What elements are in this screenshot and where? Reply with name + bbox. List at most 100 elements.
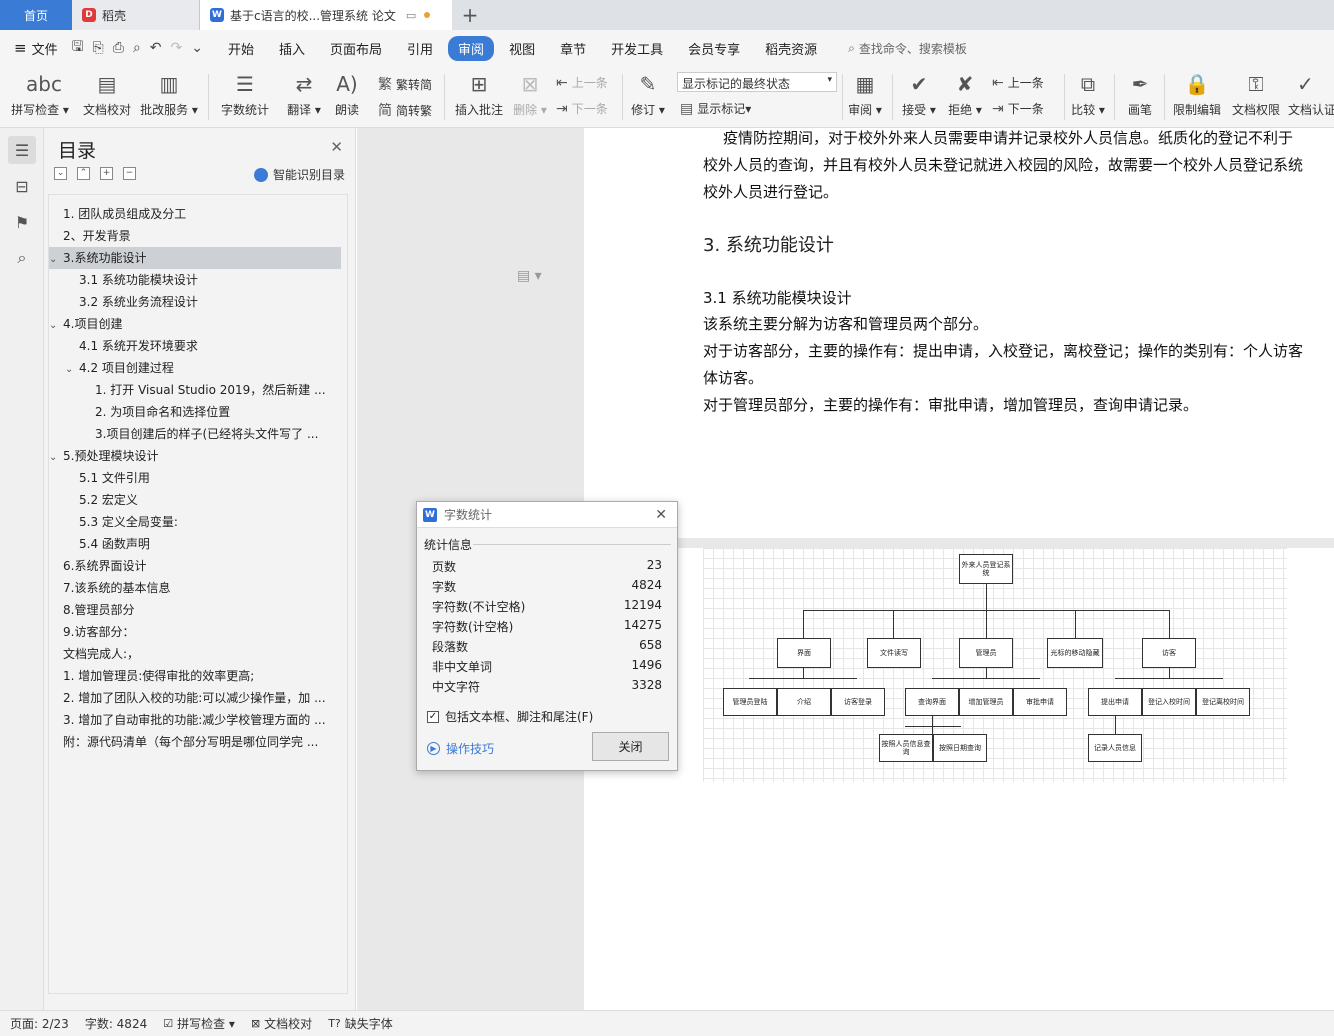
read-aloud-button[interactable]: A) 朗读 (330, 70, 364, 118)
toc-item[interactable]: 4.1 系统开发环境要求 (49, 335, 341, 357)
word-count-indicator[interactable]: 字数: 4824 (85, 1015, 147, 1032)
simp-to-trad-button[interactable]: 简简转繁 (378, 100, 432, 120)
restrict-editing-button[interactable]: 🔒 限制编辑 (1170, 70, 1224, 118)
menu-section[interactable]: 章节 (550, 36, 596, 61)
document-auth-button[interactable]: ✓ 文档认证 (1288, 70, 1334, 118)
menu-reference[interactable]: 引用 (397, 36, 443, 61)
insert-comment-button[interactable]: ⊞ 插入批注 (452, 70, 506, 118)
chevron-down-icon[interactable]: ⌄ (65, 359, 79, 379)
toc-item[interactable]: 6.系统界面设计 (49, 555, 341, 577)
show-markup-button[interactable]: ▤ 显示标记 ▾ (680, 100, 751, 117)
chevron-down-icon[interactable]: ⌄ (49, 249, 63, 269)
toc-item[interactable]: ⌄ 4.项目创建 (49, 313, 341, 335)
new-tab-button[interactable]: + (452, 0, 488, 30)
word-count-button[interactable]: ☰ 字数统计 (216, 70, 274, 118)
translate-button[interactable]: ⇄ 翻译 ▾ (284, 70, 324, 118)
menu-layout[interactable]: 页面布局 (320, 36, 392, 61)
file-menu[interactable]: ≡ 文件 (14, 39, 58, 58)
toc-item[interactable]: 附：源代码清单（每个部分写明是哪位同学完 ... (49, 731, 341, 753)
expand-up-icon[interactable]: ⌃ (77, 167, 90, 180)
remove-heading-icon[interactable]: − (123, 167, 136, 180)
toc-item[interactable]: 5.1 文件引用 (49, 467, 341, 489)
toc-item[interactable]: 3.1 系统功能模块设计 (49, 269, 341, 291)
toc-item[interactable]: 9.访客部分： (49, 621, 341, 643)
next-revision-button[interactable]: ⇥ 下一条 (992, 100, 1044, 117)
delete-comment-button[interactable]: ⊠ 删除 ▾ (510, 70, 550, 118)
toc-item[interactable]: 3.2 系统业务流程设计 (49, 291, 341, 313)
review-pane-button[interactable]: ▦ 审阅 ▾ (846, 70, 884, 118)
doc-float-icon[interactable]: ▤ ▾ (517, 268, 542, 284)
proofread-button[interactable]: ▤ 文档校对 (78, 70, 136, 118)
next-comment-button[interactable]: ⇥ 下一条 (556, 100, 608, 117)
chevron-down-icon[interactable]: ⌄ (49, 447, 63, 467)
tab-document[interactable]: W 基于c语言的校...管理系统 论文 ▭ (200, 0, 452, 30)
toc-item[interactable]: 5.2 宏定义 (49, 489, 341, 511)
menu-review[interactable]: 审阅 (448, 35, 495, 61)
tips-link[interactable]: ▶ 操作技巧 (427, 740, 494, 757)
print-icon[interactable]: ⎙ (113, 40, 124, 56)
toc-item[interactable]: 8.管理员部分 (49, 599, 341, 621)
toc-item[interactable]: 文档完成人:， (49, 643, 341, 665)
proofread-status[interactable]: ⊠ 文档校对 (251, 1015, 312, 1032)
toc-item[interactable]: 7.该系统的基本信息 (49, 577, 341, 599)
redo-icon[interactable]: ↷ (171, 40, 183, 56)
preview-icon[interactable]: ⌕ (133, 40, 141, 56)
chevron-down-icon[interactable]: ⌄ (49, 315, 63, 335)
toc-item[interactable]: ⌄ 4.2 项目创建过程 (49, 357, 341, 379)
menu-view[interactable]: 视图 (499, 36, 545, 61)
missing-font-status[interactable]: T? 缺失字体 (328, 1015, 393, 1032)
toc-item[interactable]: 2、开发背景 (49, 225, 341, 247)
collapse-all-icon[interactable]: ⌄ (54, 167, 67, 180)
toc-item[interactable]: 1. 增加管理员:使得审批的效率更高; (49, 665, 341, 687)
trad-to-simp-button[interactable]: 繁繁转简 (378, 74, 432, 94)
page-indicator[interactable]: 页面: 2/23 (10, 1015, 69, 1032)
toc-item[interactable]: ⌄ 5.预处理模块设计 (49, 445, 341, 467)
spell-check-button[interactable]: abc 拼写检查 ▾ (10, 70, 70, 118)
toc-item[interactable]: 3. 增加了自动审批的功能:减少学校管理方面的 ... (49, 709, 341, 731)
menu-daoke-resources[interactable]: 稻壳资源 (755, 36, 827, 61)
toc-item[interactable]: 2. 增加了团队入校的功能:可以减少操作量，加 ... (49, 687, 341, 709)
prev-revision-button[interactable]: ⇤ 上一条 (992, 74, 1044, 91)
pen-icon: ✒ (1131, 72, 1149, 96)
markup-state-select[interactable]: 显示标记的最终状态 ▾ (677, 72, 837, 92)
revise-button[interactable]: ✎ 修订 ▾ (628, 70, 668, 118)
close-icon[interactable]: ✕ (330, 138, 343, 156)
save-icon[interactable]: 🖫 (72, 36, 84, 60)
accept-button[interactable]: ✔ 接受 ▾ (900, 70, 938, 118)
spell-check-status[interactable]: ☑ 拼写检查 ▾ (163, 1015, 235, 1032)
chapter-icon[interactable]: ⊟ (8, 172, 36, 200)
pen-button[interactable]: ✒ 画笔 (1122, 70, 1158, 118)
include-textbox-checkbox[interactable]: ✓ 包括文本框、脚注和尾注(F) (427, 708, 593, 725)
screen-icon[interactable]: ▭ (406, 9, 416, 22)
prev-comment-button[interactable]: ⇤ 上一条 (556, 74, 608, 91)
dialog-titlebar[interactable]: W 字数统计 (417, 502, 677, 528)
close-button[interactable]: 关闭 (592, 732, 669, 761)
smart-toc-button[interactable]: 智能识别目录 (253, 166, 345, 183)
add-heading-icon[interactable]: + (100, 167, 113, 180)
command-search[interactable]: ⌕ 查找命令、搜索模板 (848, 40, 967, 57)
annotation-service-button[interactable]: ▥ 批改服务 ▾ (138, 70, 200, 118)
close-icon[interactable]: ✕ (655, 507, 667, 523)
undo-icon[interactable]: ↶ (150, 40, 162, 56)
export-icon[interactable]: ⎘ (93, 40, 104, 56)
toc-item[interactable]: 5.4 函数声明 (49, 533, 341, 555)
menu-devtools[interactable]: 开发工具 (601, 36, 673, 61)
compare-button[interactable]: ⧉ 比较 ▾ (1068, 70, 1108, 118)
toc-item[interactable]: 1. 团队成员组成及分工 (49, 203, 341, 225)
menu-start[interactable]: 开始 (218, 36, 264, 61)
toc-item[interactable]: 3.项目创建后的样子(已经将头文件写了 ... (49, 423, 341, 445)
toc-item[interactable]: ⌄ 3.系统功能设计 (49, 247, 341, 269)
more-icon[interactable]: ⌄ (191, 40, 203, 56)
tab-home[interactable]: 首页 (0, 0, 72, 30)
toc-item[interactable]: 5.3 定义全局变量: (49, 511, 341, 533)
search-icon[interactable]: ⌕ (8, 244, 36, 272)
reject-button[interactable]: ✘ 拒绝 ▾ (946, 70, 984, 118)
toc-icon[interactable]: ☰ (8, 136, 36, 164)
toc-item[interactable]: 2. 为项目命名和选择位置 (49, 401, 341, 423)
toc-item[interactable]: 1. 打开 Visual Studio 2019，然后新建 ... (49, 379, 341, 401)
menu-insert[interactable]: 插入 (269, 36, 315, 61)
menu-member[interactable]: 会员专享 (678, 36, 750, 61)
tab-daoke[interactable]: D 稻壳 (72, 0, 200, 30)
document-permission-button[interactable]: ⚿ 文档权限 (1228, 70, 1284, 118)
bookmark-icon[interactable]: ⚑ (8, 208, 36, 236)
